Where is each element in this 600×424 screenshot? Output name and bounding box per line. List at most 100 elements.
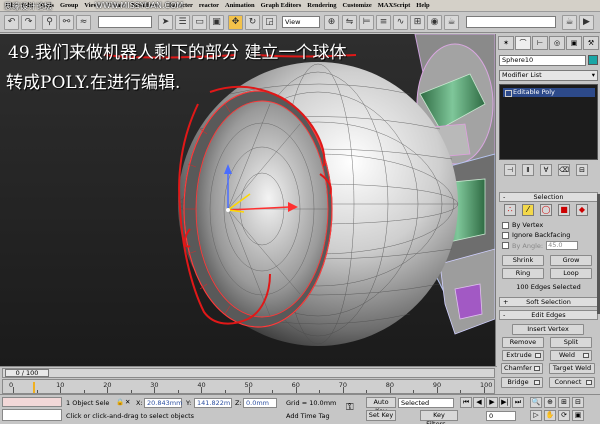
sphere-object[interactable] bbox=[177, 62, 459, 346]
redo-icon[interactable]: ↷ bbox=[21, 15, 36, 30]
menu-item-modifiers[interactable]: Modifiers bbox=[128, 2, 161, 9]
schematic-view-icon[interactable]: ⊞ bbox=[410, 15, 425, 30]
loop-button[interactable]: Loop bbox=[550, 268, 592, 279]
shrink-button[interactable]: Shrink bbox=[502, 255, 544, 266]
render-setup-icon[interactable]: ☕ bbox=[444, 15, 459, 30]
undo-icon[interactable]: ↶ bbox=[4, 15, 19, 30]
selection-rollout-header[interactable]: - Selection bbox=[499, 192, 598, 202]
menu-item-tools[interactable]: Tools bbox=[36, 2, 57, 9]
render-type-select[interactable] bbox=[466, 16, 556, 28]
select-by-name-icon[interactable]: ☰ bbox=[175, 15, 190, 30]
align-icon[interactable]: ⊨ bbox=[359, 15, 374, 30]
go-to-start-icon[interactable]: ⏮ bbox=[460, 397, 472, 408]
key-filters-button[interactable]: Key Filters... bbox=[420, 410, 458, 424]
menu-item-file[interactable]: File bbox=[2, 2, 18, 9]
display-tab-icon[interactable]: ▣ bbox=[566, 36, 582, 50]
maxscript-input[interactable] bbox=[2, 409, 62, 421]
soft-selection-rollout-header[interactable]: + Soft Selection bbox=[499, 297, 598, 307]
pin-stack-icon[interactable]: ⊣ bbox=[504, 164, 516, 176]
remove-button[interactable]: Remove bbox=[502, 337, 544, 348]
zoom-extents-icon[interactable]: ⊞ bbox=[558, 397, 570, 408]
by-vertex-checkbox[interactable]: By Vertex bbox=[502, 221, 543, 229]
modifier-list-dropdown[interactable]: Modifier List ▾ bbox=[499, 70, 598, 81]
add-time-tag[interactable]: Add Time Tag bbox=[286, 412, 330, 420]
menu-item-help[interactable]: Help bbox=[413, 2, 432, 9]
zoom-icon[interactable]: 🔍 bbox=[530, 397, 542, 408]
weld-settings-icon[interactable] bbox=[583, 353, 589, 358]
render-last-icon[interactable]: ▶ bbox=[579, 15, 594, 30]
edit-edges-rollout-header[interactable]: - Edit Edges bbox=[499, 310, 598, 320]
chamfer-settings-icon[interactable] bbox=[534, 366, 540, 371]
reference-coordinate-select[interactable]: View bbox=[282, 16, 320, 28]
x-coordinate-field[interactable]: 20.843mm bbox=[144, 398, 182, 408]
menu-item-rendering[interactable]: Rendering bbox=[304, 2, 339, 9]
split-button[interactable]: Split bbox=[550, 337, 592, 348]
curve-editor-icon[interactable]: ∿ bbox=[393, 15, 408, 30]
lock-selection-icon[interactable]: 🔒 bbox=[116, 398, 124, 406]
show-end-result-icon[interactable]: Ⅱ bbox=[522, 164, 534, 176]
insert-vertex-button[interactable]: Insert Vertex bbox=[512, 324, 584, 335]
maxscript-listener-mini[interactable] bbox=[2, 397, 62, 407]
scale-icon[interactable]: ◲ bbox=[262, 15, 277, 30]
menu-item-group[interactable]: Group bbox=[57, 2, 81, 9]
menu-item-reactor[interactable]: reactor bbox=[196, 2, 222, 9]
menu-item-graph-editors[interactable]: Graph Editors bbox=[258, 2, 305, 9]
ignore-backfacing-checkbox[interactable]: Ignore Backfacing bbox=[502, 231, 570, 239]
current-frame-field[interactable]: 0 bbox=[486, 411, 516, 421]
window-crossing-icon[interactable]: ▣ bbox=[209, 15, 224, 30]
time-slider-thumb[interactable]: 0 / 100 bbox=[5, 369, 49, 377]
connect-button[interactable]: Connect bbox=[549, 377, 595, 388]
rect-selection-icon[interactable]: ▭ bbox=[192, 15, 207, 30]
target-weld-button[interactable]: Target Weld bbox=[549, 363, 595, 374]
polygon-level-icon[interactable]: ■ bbox=[558, 204, 570, 216]
next-frame-icon[interactable]: ▶| bbox=[499, 397, 511, 408]
rotate-icon[interactable]: ↻ bbox=[245, 15, 260, 30]
y-coordinate-field[interactable]: 141.822m bbox=[194, 398, 232, 408]
angle-spinner[interactable]: 45.0 bbox=[546, 241, 579, 250]
menu-item-customize[interactable]: Customize bbox=[340, 2, 375, 9]
grow-button[interactable]: Grow bbox=[550, 255, 592, 266]
select-object-icon[interactable]: ➤ bbox=[158, 15, 173, 30]
bind-spacewarp-icon[interactable]: ≈ bbox=[76, 15, 91, 30]
orbit-icon[interactable]: ⟳ bbox=[558, 410, 570, 421]
selection-filter-select[interactable] bbox=[98, 16, 152, 28]
go-to-end-icon[interactable]: ⏭ bbox=[512, 397, 524, 408]
element-level-icon[interactable]: ◆ bbox=[576, 204, 588, 216]
set-key-button[interactable]: Set Key bbox=[366, 410, 396, 421]
unlink-icon[interactable]: ⚯ bbox=[59, 15, 74, 30]
chamfer-button[interactable]: Chamfer bbox=[501, 363, 543, 374]
border-level-icon[interactable]: ◯ bbox=[540, 204, 552, 216]
modify-tab-icon[interactable]: ⌒ bbox=[515, 36, 531, 50]
key-mode-select[interactable]: Selected bbox=[398, 398, 454, 408]
object-name-field[interactable]: Sphere10 bbox=[499, 55, 586, 66]
connect-settings-icon[interactable] bbox=[586, 380, 592, 385]
edge-level-icon[interactable]: ⁄ bbox=[522, 204, 534, 216]
menu-item-create[interactable]: Create bbox=[104, 2, 129, 9]
perspective-viewport[interactable]: 49.我们来做机器人剩下的部分 建立一个球体 转成POLY.在进行编辑. bbox=[0, 34, 495, 366]
bridge-button[interactable]: Bridge bbox=[501, 377, 543, 388]
maximize-viewport-icon[interactable]: ▣ bbox=[572, 410, 584, 421]
extrude-button[interactable]: Extrude bbox=[502, 350, 544, 361]
by-angle-checkbox[interactable]: By Angle: 45.0 bbox=[502, 241, 579, 250]
make-unique-icon[interactable]: ∀ bbox=[540, 164, 552, 176]
object-color-swatch[interactable] bbox=[588, 55, 598, 65]
bridge-settings-icon[interactable] bbox=[534, 380, 540, 385]
field-of-view-icon[interactable]: ▷ bbox=[530, 410, 542, 421]
mirror-icon[interactable]: ⇋ bbox=[342, 15, 357, 30]
vertex-level-icon[interactable]: ∴ bbox=[504, 204, 516, 216]
z-coordinate-field[interactable]: 0.0mm bbox=[243, 398, 277, 408]
zoom-all-icon[interactable]: ⊕ bbox=[544, 397, 556, 408]
auto-key-button[interactable]: Auto Key bbox=[366, 397, 396, 415]
extrude-settings-icon[interactable] bbox=[535, 353, 541, 358]
pivot-center-icon[interactable]: ⊕ bbox=[324, 15, 339, 30]
utilities-tab-icon[interactable]: ⚒ bbox=[583, 36, 599, 50]
create-tab-icon[interactable]: ✶ bbox=[498, 36, 514, 50]
layer-manager-icon[interactable]: ≡ bbox=[376, 15, 391, 30]
move-icon[interactable]: ✥ bbox=[228, 15, 243, 30]
track-bar[interactable]: 0 10 20 30 40 50 60 70 80 90 100 bbox=[2, 379, 495, 394]
menu-item-maxscript[interactable]: MAXScript bbox=[375, 2, 414, 9]
menu-item-views[interactable]: Views bbox=[81, 2, 103, 9]
zoom-extents-all-icon[interactable]: ⊟ bbox=[572, 397, 584, 408]
link-icon[interactable]: ⚲ bbox=[42, 15, 57, 30]
quick-render-icon[interactable]: ☕ bbox=[562, 15, 577, 30]
